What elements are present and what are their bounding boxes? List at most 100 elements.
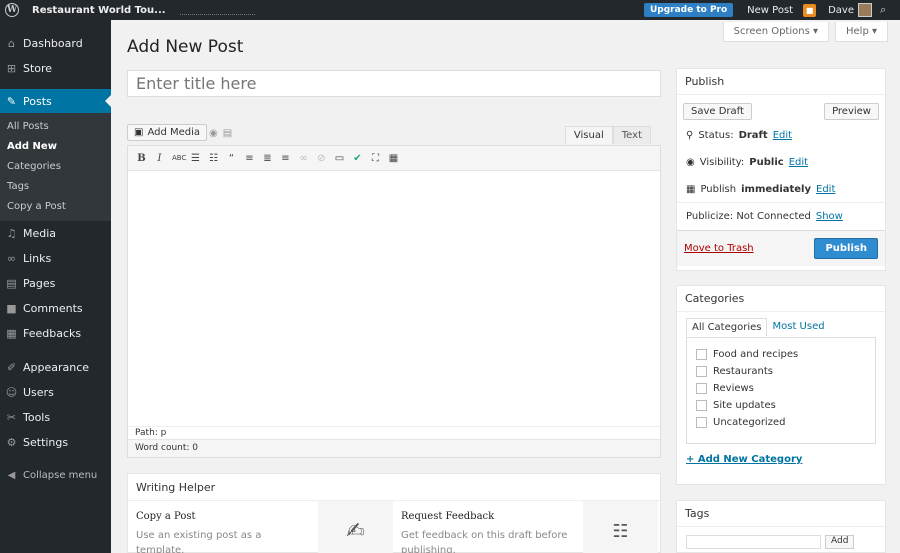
screen-meta-links: Screen Options ▾ Help ▾: [722, 22, 888, 42]
screen-options-button[interactable]: Screen Options ▾: [722, 22, 829, 42]
submenu-categories[interactable]: Categories: [0, 157, 111, 177]
submenu-add-new[interactable]: Add New: [0, 137, 111, 157]
edit-publish-time-link[interactable]: Edit: [816, 184, 835, 195]
add-new-category-link[interactable]: + Add New Category: [686, 454, 802, 465]
visibility-label: Visibility:: [699, 157, 745, 168]
user-name[interactable]: Dave: [828, 5, 854, 16]
copy-hand-icon: ✍: [318, 501, 393, 553]
post-editor[interactable]: B I ABC ☰ ☷ “ ≡ ≣ ≡ ∞ ⊘ ▭ ✔ ⛶ ▦ Path: p …: [127, 145, 661, 458]
sidebar-item-label: Tools: [23, 411, 51, 424]
sidebar-item-links[interactable]: ∞ Links: [0, 246, 111, 271]
admin-bar: W Restaurant World Tou... Upgrade to Pro…: [0, 0, 900, 20]
copy-post-option[interactable]: Copy a Post Use an existing post as a te…: [128, 501, 393, 553]
bullet-list-icon[interactable]: ☰: [190, 153, 201, 164]
collapse-menu-button[interactable]: ◀ Collapse menu: [0, 463, 111, 488]
submenu-copy-post[interactable]: Copy a Post: [0, 197, 111, 217]
sidebar-item-settings[interactable]: ⚙ Settings: [0, 430, 111, 455]
publicize-label: Publicize: Not Connected: [686, 211, 811, 222]
form-icon[interactable]: ▤: [223, 128, 232, 139]
search-icon[interactable]: ⌕: [880, 3, 894, 17]
move-to-trash-link[interactable]: Move to Trash: [684, 243, 754, 254]
collapse-icon: ◀: [7, 470, 16, 481]
category-checklist: Food and recipes Restaurants Reviews Sit…: [686, 337, 876, 444]
category-item[interactable]: Restaurants: [696, 363, 866, 380]
site-name-link[interactable]: Restaurant World Tou...: [32, 5, 166, 16]
unlink-icon[interactable]: ⊘: [316, 153, 327, 164]
category-checkbox[interactable]: [696, 400, 707, 411]
sidebar-item-posts[interactable]: ✎ Posts: [0, 89, 111, 113]
status-label: Status:: [698, 130, 734, 141]
category-checkbox[interactable]: [696, 366, 707, 377]
category-checkbox[interactable]: [696, 349, 707, 360]
sidebar-item-comments[interactable]: ■ Comments: [0, 296, 111, 321]
numbered-list-icon[interactable]: ☷: [208, 153, 219, 164]
blockquote-icon[interactable]: “: [226, 153, 237, 164]
category-item[interactable]: Food and recipes: [696, 346, 866, 363]
sidebar-item-tools[interactable]: ✂ Tools: [0, 405, 111, 430]
submenu-all-posts[interactable]: All Posts: [0, 117, 111, 137]
category-label: Reviews: [713, 383, 754, 394]
page-title: Add New Post: [127, 37, 244, 57]
eye-icon: ◉: [686, 157, 695, 168]
edit-status-link[interactable]: Edit: [773, 130, 792, 141]
writing-helper-title: Writing Helper: [128, 474, 660, 501]
sidebar-item-pages[interactable]: ▤ Pages: [0, 271, 111, 296]
categories-title: Categories: [677, 286, 885, 312]
tab-text[interactable]: Text: [612, 126, 651, 144]
sidebar-item-label: Settings: [23, 436, 69, 449]
sidebar-item-dashboard[interactable]: ⌂ Dashboard: [0, 31, 111, 56]
save-draft-button[interactable]: Save Draft: [683, 103, 752, 120]
sidebar-item-label: Appearance: [23, 361, 90, 374]
help-button[interactable]: Help ▾: [835, 22, 888, 42]
upgrade-button[interactable]: Upgrade to Pro: [643, 3, 734, 17]
publicize-show-link[interactable]: Show: [816, 211, 843, 222]
publish-title: Publish: [677, 69, 885, 95]
publish-time-label: Publish: [700, 183, 737, 195]
edit-visibility-link[interactable]: Edit: [789, 157, 808, 168]
align-center-icon[interactable]: ≣: [262, 153, 273, 164]
category-checkbox[interactable]: [696, 383, 707, 394]
submenu-tags[interactable]: Tags: [0, 177, 111, 197]
spellcheck-icon[interactable]: ✔: [352, 153, 363, 164]
request-feedback-option[interactable]: Request Feedback Get feedback on this dr…: [393, 501, 658, 553]
bold-icon[interactable]: B: [136, 153, 147, 164]
tag-input[interactable]: [686, 535, 821, 549]
new-post-link[interactable]: New Post: [747, 5, 793, 16]
preview-button[interactable]: Preview: [824, 103, 879, 120]
category-item[interactable]: Site updates: [696, 397, 866, 414]
post-title-input[interactable]: [127, 70, 661, 97]
notifications-icon[interactable]: ■: [803, 3, 817, 17]
sidebar-item-media[interactable]: ♫ Media: [0, 221, 111, 246]
pages-icon: ▤: [6, 277, 17, 290]
link-icon: ∞: [6, 252, 17, 265]
category-checkbox[interactable]: [696, 417, 707, 428]
sidebar-item-store[interactable]: ⊞ Store: [0, 56, 111, 81]
publish-button[interactable]: Publish: [814, 238, 878, 259]
poll-icon[interactable]: ◉: [209, 128, 218, 139]
tab-visual[interactable]: Visual: [564, 126, 613, 144]
category-item[interactable]: Reviews: [696, 380, 866, 397]
italic-icon[interactable]: I: [154, 153, 165, 164]
kitchen-sink-icon[interactable]: ▦: [388, 153, 399, 164]
link-icon[interactable]: ∞: [298, 153, 309, 164]
avatar[interactable]: [858, 3, 872, 17]
add-media-button[interactable]: ▣ Add Media: [127, 124, 208, 141]
tab-most-used[interactable]: Most Used: [767, 318, 829, 337]
more-tag-icon[interactable]: ▭: [334, 153, 345, 164]
tab-all-categories[interactable]: All Categories: [686, 318, 768, 337]
align-left-icon[interactable]: ≡: [244, 153, 255, 164]
editor-toolbar: B I ABC ☰ ☷ “ ≡ ≣ ≡ ∞ ⊘ ▭ ✔ ⛶ ▦: [128, 146, 660, 171]
sidebar-item-users[interactable]: ☺ Users: [0, 380, 111, 405]
sidebar-item-appearance[interactable]: ✐ Appearance: [0, 355, 111, 380]
sidebar-item-feedbacks[interactable]: ▦ Feedbacks: [0, 321, 111, 346]
writing-helper-box: Writing Helper Copy a Post Use an existi…: [127, 473, 661, 553]
wordpress-logo-icon[interactable]: W: [0, 0, 24, 20]
feedbacks-icon: ▦: [6, 327, 17, 340]
align-right-icon[interactable]: ≡: [280, 153, 291, 164]
store-icon: ⊞: [6, 62, 17, 75]
category-item[interactable]: Uncategorized: [696, 414, 866, 431]
add-tag-button[interactable]: Add: [825, 535, 855, 549]
fullscreen-icon[interactable]: ⛶: [370, 153, 381, 164]
category-label: Uncategorized: [713, 417, 786, 428]
strikethrough-icon[interactable]: ABC: [172, 154, 186, 162]
